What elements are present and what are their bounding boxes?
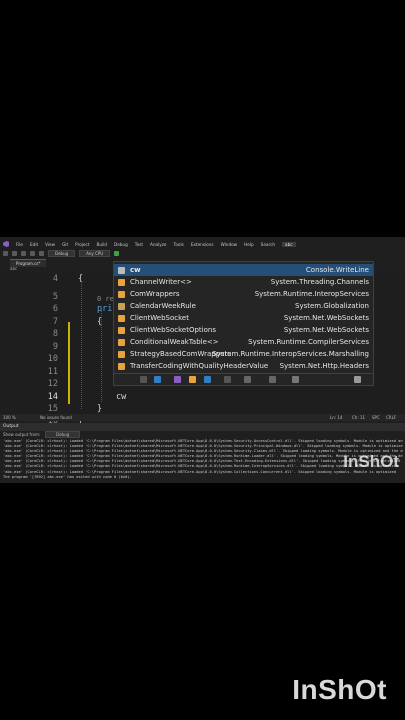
forward-icon[interactable] <box>12 250 17 256</box>
column-position[interactable]: Ch: 11 <box>352 415 365 420</box>
class-icon <box>118 363 125 370</box>
line-number: 5 <box>52 292 58 302</box>
completion-item[interactable]: ChannelWriter<> System.Threading.Channel… <box>114 276 373 288</box>
menu-help[interactable]: Help <box>244 242 254 247</box>
visual-studio-window: File Edit View Git Project Build Debug T… <box>0 237 405 483</box>
class-icon <box>118 279 125 286</box>
line-number: 9 <box>52 342 58 352</box>
braces-filter-icon[interactable] <box>140 376 147 383</box>
line-position[interactable]: Ln: 14 <box>330 415 342 420</box>
visual-studio-logo-icon <box>3 241 9 247</box>
struct-filter-icon[interactable] <box>224 376 231 383</box>
menu-test[interactable]: Test <box>135 242 143 247</box>
indent-guide <box>81 284 82 409</box>
keyword-filter-icon[interactable] <box>269 376 276 383</box>
zoom-level[interactable]: 100 % <box>3 415 16 420</box>
delegate-filter-icon[interactable] <box>244 376 251 383</box>
output-panel-header: Output <box>0 423 405 431</box>
config-dropdown[interactable]: Debug <box>48 249 76 257</box>
class-icon <box>118 339 125 346</box>
inshot-watermark-large: InShOt <box>292 674 387 705</box>
code-brace-open: { <box>78 274 84 284</box>
line-number-current: 14 <box>47 392 58 402</box>
platform-dropdown[interactable]: Any CPU <box>79 249 111 257</box>
back-icon[interactable] <box>3 250 8 256</box>
class-filter-icon[interactable] <box>189 376 196 383</box>
toolbar: Debug Any CPU <box>0 249 405 257</box>
snippet-icon <box>118 267 125 274</box>
menu-edit[interactable]: Edit <box>30 242 38 247</box>
completion-item[interactable]: ClientWebSocket System.Net.WebSockets <box>114 312 373 324</box>
field-filter-icon[interactable] <box>154 376 161 383</box>
completion-item[interactable]: ConditionalWeakTable<> System.Runtime.Co… <box>114 336 373 348</box>
start-icon[interactable] <box>114 250 120 256</box>
completion-item[interactable]: StrategyBasedComWrappers System.Runtime.… <box>114 348 373 360</box>
menu-project[interactable]: Project <box>75 242 89 247</box>
code-typed-text[interactable]: cw <box>116 392 126 402</box>
whitespace-mode[interactable]: SPC <box>372 415 380 420</box>
code-method-brace-open: { <box>97 317 103 327</box>
snippet-filter-icon[interactable] <box>292 376 299 383</box>
solution-name: abc <box>282 241 296 247</box>
completion-item[interactable]: ComWrappers System.Runtime.InteropServic… <box>114 288 373 300</box>
line-number: 8 <box>52 329 58 339</box>
inshot-watermark-small: InShOt <box>343 452 399 471</box>
class-icon <box>118 315 125 322</box>
class-icon <box>118 291 125 298</box>
output-title: Output <box>3 424 19 429</box>
output-source-bar: Show output from: Debug <box>0 431 405 438</box>
menu-view[interactable]: View <box>45 242 55 247</box>
menu-window[interactable]: Window <box>221 242 238 247</box>
menu-analyze[interactable]: Analyze <box>150 242 167 247</box>
change-marker <box>68 322 70 404</box>
menu-bar: File Edit View Git Project Build Debug T… <box>0 240 405 248</box>
menu-extensions[interactable]: Extensions <box>191 242 214 247</box>
issues-status[interactable]: No issues found <box>40 415 72 420</box>
completion-item[interactable]: TransferCodingWithQualityHeaderValue Sys… <box>114 360 373 372</box>
completion-filter-bar <box>114 373 373 385</box>
completion-item[interactable]: CalendarWeekRule System.Globalization <box>114 300 373 312</box>
menu-debug[interactable]: Debug <box>114 242 128 247</box>
class-icon <box>118 327 125 334</box>
line-number: 11 <box>47 367 58 377</box>
menu-build[interactable]: Build <box>96 242 107 247</box>
save-icon[interactable] <box>21 250 26 256</box>
menu-tools[interactable]: Tools <box>174 242 184 247</box>
line-number: 7 <box>52 317 58 327</box>
intellisense-popup[interactable]: cw Console.WriteLine ChannelWriter<> Sys… <box>113 261 374 386</box>
output-line: The program '[7892] abc.exe' has exited … <box>3 474 132 479</box>
interface-filter-icon[interactable] <box>204 376 211 383</box>
output-source-dropdown[interactable]: Debug <box>45 431 81 438</box>
method-filter-icon[interactable] <box>174 376 181 383</box>
enum-icon <box>118 303 125 310</box>
line-number: 12 <box>47 379 58 389</box>
undo-icon[interactable] <box>30 250 35 256</box>
output-source-label: Show output from: <box>3 432 41 437</box>
completion-item-cw[interactable]: cw Console.WriteLine <box>114 264 373 276</box>
menu-git[interactable]: Git <box>62 242 68 247</box>
code-method-brace-close: } <box>97 404 103 414</box>
expand-filter-icon[interactable] <box>354 376 361 383</box>
line-number: 4 <box>52 274 58 284</box>
editor-status-bar: 100 % No issues found Ln: 14 Ch: 11 SPC … <box>0 414 405 421</box>
breadcrumb[interactable]: abc <box>10 266 17 272</box>
redo-icon[interactable] <box>39 250 44 256</box>
completion-item[interactable]: ClientWebSocketOptions System.Net.WebSoc… <box>114 324 373 336</box>
class-icon <box>118 351 125 358</box>
menu-file[interactable]: File <box>16 242 23 247</box>
line-number: 15 <box>47 404 58 414</box>
line-number: 6 <box>52 304 58 314</box>
line-number: 10 <box>47 354 58 364</box>
search-box[interactable]: Search <box>261 242 275 247</box>
line-ending[interactable]: CRLF <box>386 415 396 420</box>
